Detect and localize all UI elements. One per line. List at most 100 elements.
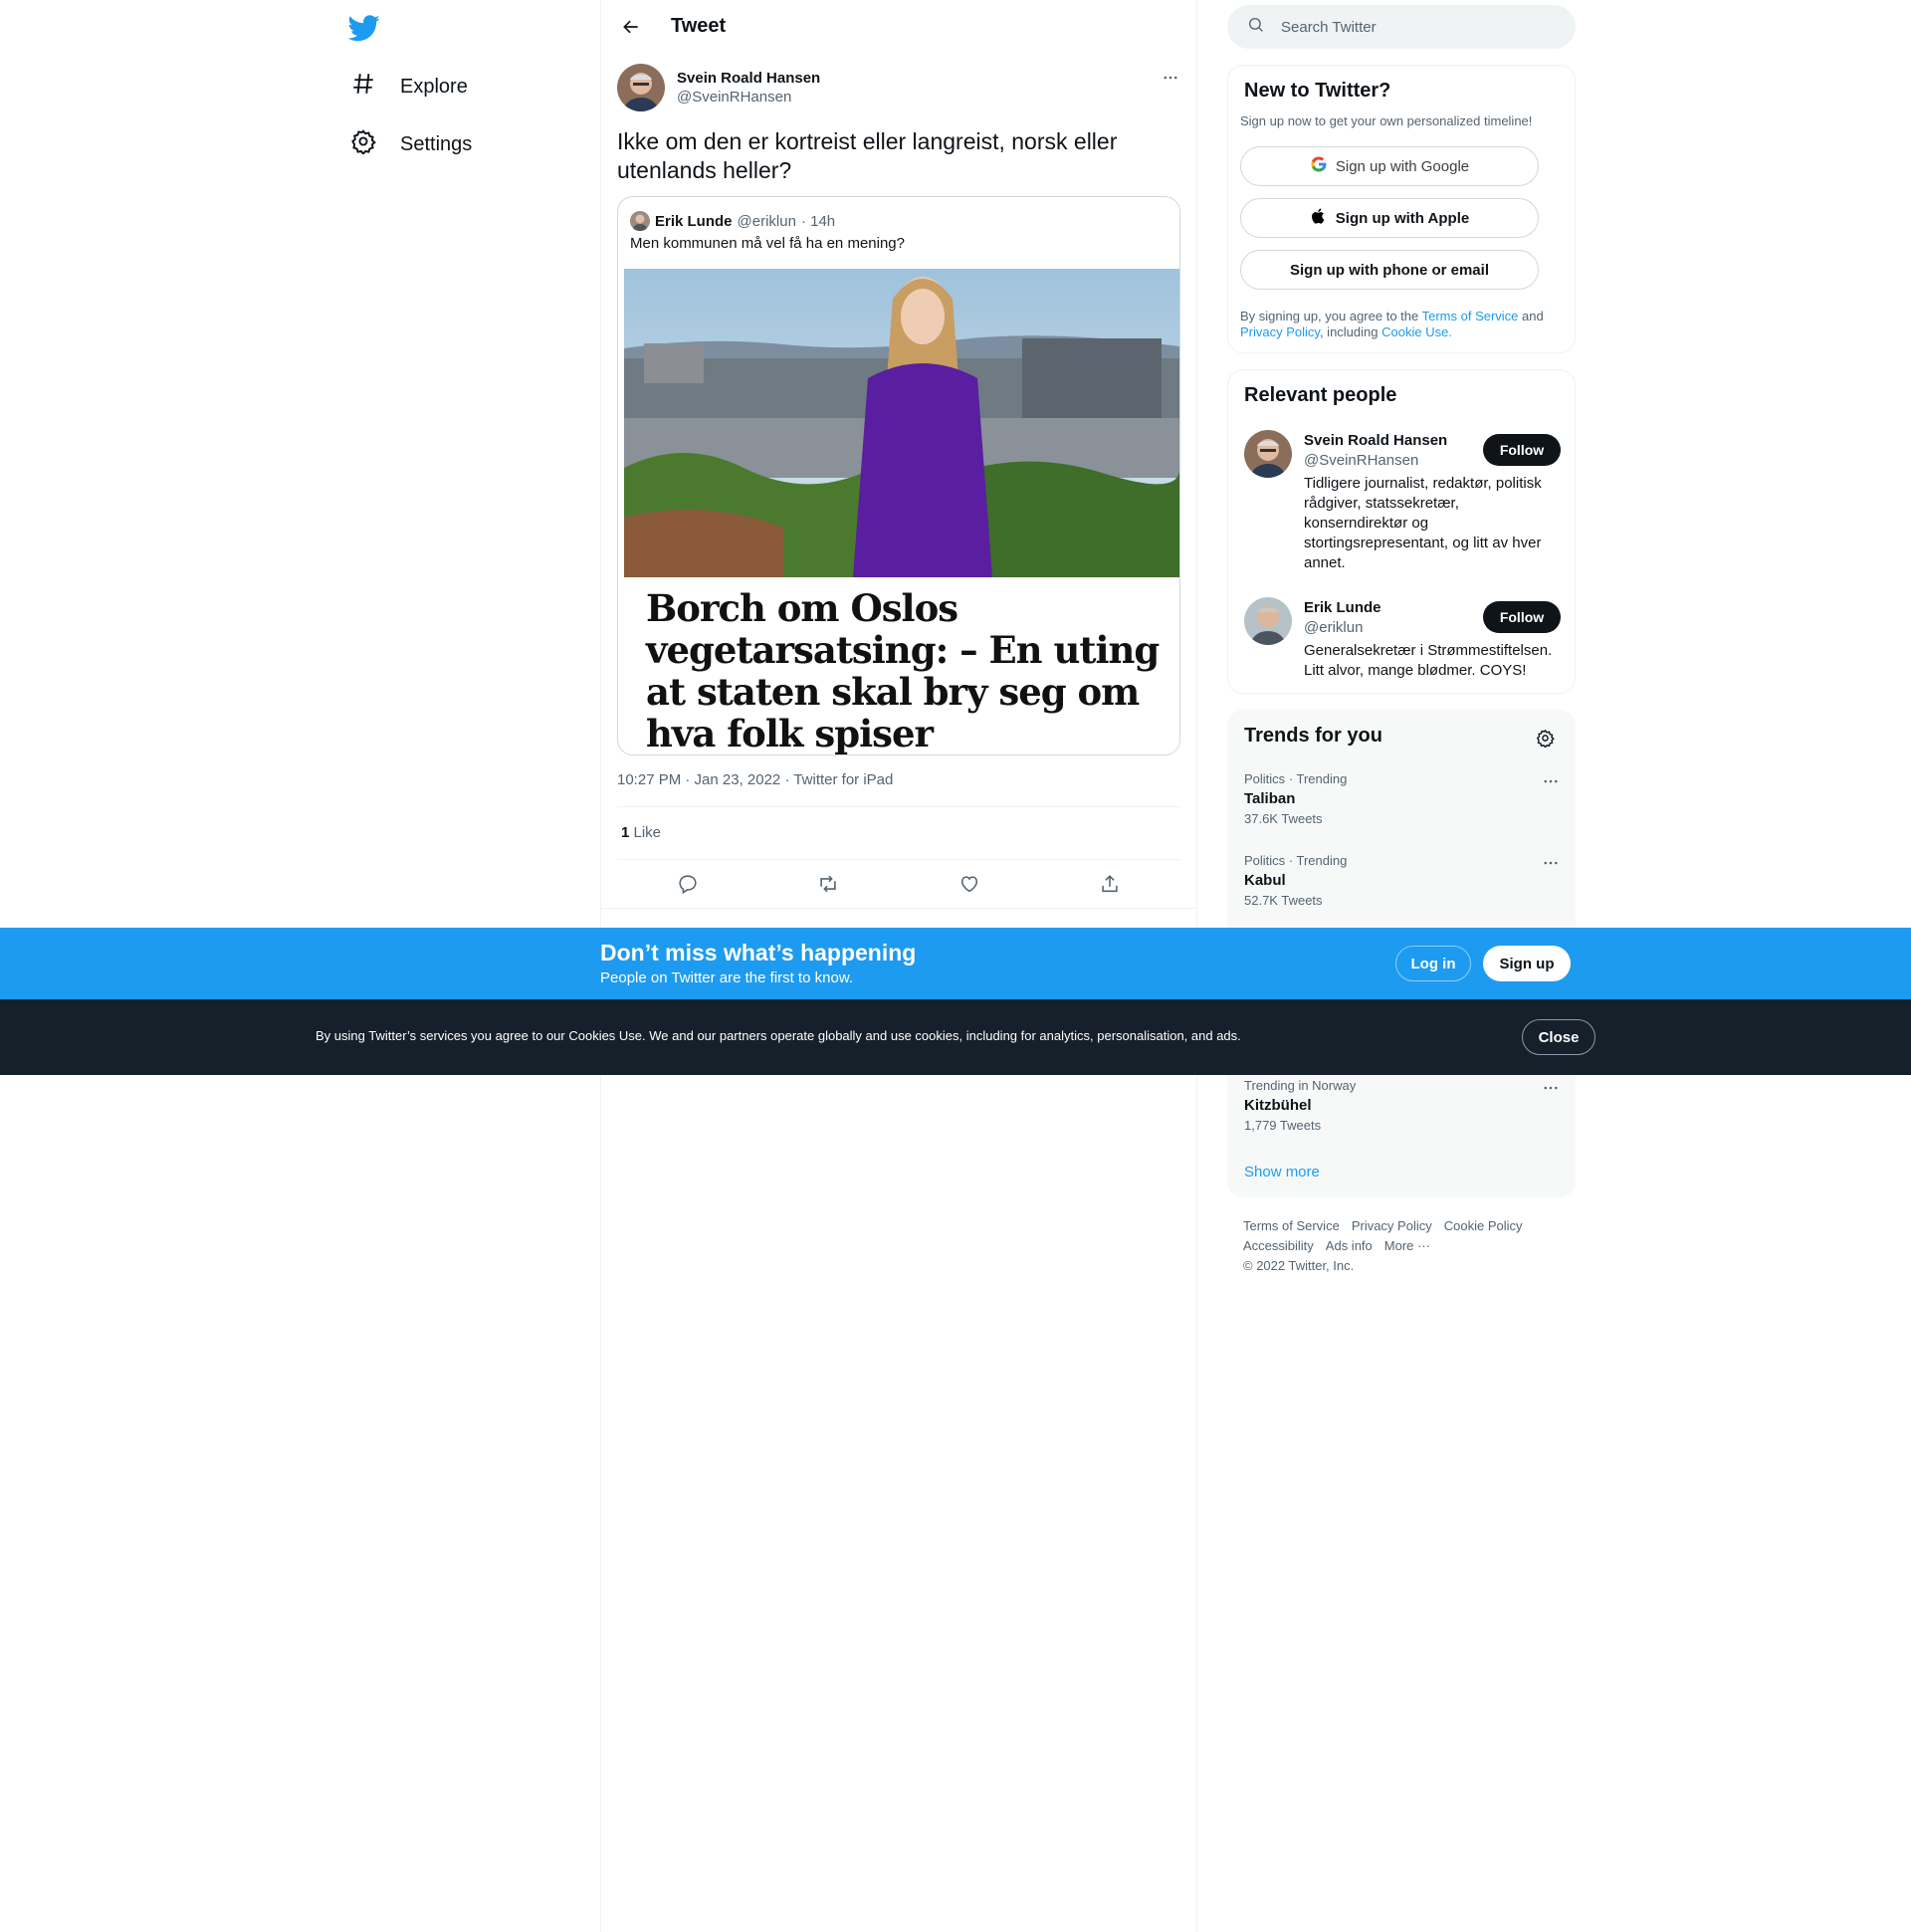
retweet-icon[interactable] bbox=[811, 867, 845, 901]
person-name[interactable]: Erik Lunde bbox=[1304, 599, 1381, 616]
search-bar[interactable] bbox=[1227, 5, 1576, 49]
more-options-icon[interactable] bbox=[1541, 1078, 1561, 1098]
share-icon[interactable] bbox=[1093, 867, 1127, 901]
nav-item-label: Explore bbox=[400, 75, 468, 98]
author-name[interactable]: Svein Roald Hansen bbox=[677, 70, 820, 87]
trends-title: Trends for you bbox=[1244, 725, 1382, 747]
back-arrow-icon[interactable] bbox=[613, 9, 649, 45]
close-button[interactable]: Close bbox=[1522, 1019, 1595, 1055]
follow-button[interactable]: Follow bbox=[1483, 434, 1561, 466]
banner-title: Don’t miss what’s happening bbox=[600, 940, 917, 966]
trend-item[interactable]: Trending in Norway Kitzbühel 1,779 Tweet… bbox=[1244, 1078, 1561, 1133]
tweet-timestamp[interactable]: 10:27 PM · Jan 23, 2022 · Twitter for iP… bbox=[617, 771, 893, 788]
signup-phone-email-button[interactable]: Sign up with phone or email bbox=[1240, 250, 1539, 290]
person-bio: Tidligere journalist, redaktør, politisk… bbox=[1304, 475, 1542, 571]
divider bbox=[601, 908, 1196, 909]
footer-link[interactable]: More ··· bbox=[1384, 1238, 1430, 1253]
trend-category: Politics · Trending bbox=[1244, 853, 1348, 868]
trend-item[interactable]: Politics · Trending Taliban 37.6K Tweets bbox=[1244, 771, 1561, 826]
copyright: © 2022 Twitter, Inc. bbox=[1243, 1258, 1355, 1273]
tweet-author[interactable]: Svein Roald Hansen @SveinRHansen bbox=[617, 64, 820, 111]
relevant-people-title: Relevant people bbox=[1244, 384, 1397, 406]
avatar[interactable] bbox=[617, 64, 665, 111]
legal-including: , including bbox=[1319, 324, 1382, 339]
trend-name: Kitzbühel bbox=[1244, 1097, 1312, 1114]
footer-link[interactable]: Ads info bbox=[1326, 1238, 1373, 1253]
signup-google-button[interactable]: Sign up with Google bbox=[1240, 146, 1539, 186]
person-handle[interactable]: @eriklun bbox=[1304, 619, 1363, 636]
trend-name: Taliban bbox=[1244, 790, 1296, 807]
nav-item-label: Settings bbox=[400, 132, 473, 155]
cookie-text: By using Twitter’s services you agree to… bbox=[316, 1028, 1241, 1043]
signup-card-title: New to Twitter? bbox=[1244, 80, 1391, 102]
signup-apple-label: Sign up with Apple bbox=[1335, 209, 1470, 227]
tweet-actions bbox=[617, 868, 1180, 900]
cookie-bar: By using Twitter’s services you agree to… bbox=[0, 999, 1911, 1075]
avatar[interactable] bbox=[1244, 430, 1292, 478]
search-icon bbox=[1227, 16, 1265, 39]
hashtag-icon bbox=[350, 71, 376, 103]
trend-category: Politics · Trending bbox=[1244, 771, 1348, 786]
page-title: Tweet bbox=[671, 15, 727, 37]
trend-category: Trending in Norway bbox=[1244, 1078, 1357, 1093]
footer-link[interactable]: Accessibility bbox=[1243, 1238, 1314, 1253]
more-options-icon[interactable] bbox=[1541, 771, 1561, 791]
trend-count: 37.6K Tweets bbox=[1244, 811, 1323, 826]
author-handle[interactable]: @SveinRHansen bbox=[677, 89, 820, 106]
quote-author-name: Erik Lunde bbox=[655, 212, 733, 230]
person-item[interactable]: Erik Lunde @eriklun Follow Generalsekret… bbox=[1244, 597, 1563, 687]
person-handle[interactable]: @SveinRHansen bbox=[1304, 452, 1418, 469]
page-header: Tweet bbox=[601, 0, 1196, 53]
footer-links: Terms of Service Privacy Policy Cookie Pol… bbox=[1243, 1216, 1562, 1276]
login-banner: Don’t miss what’s happening People on Tw… bbox=[0, 928, 1911, 999]
nav-item-explore[interactable]: Explore bbox=[350, 67, 468, 107]
show-more-link[interactable]: Show more bbox=[1244, 1164, 1320, 1181]
like-count[interactable]: 1 Like bbox=[621, 824, 661, 841]
banner-subtitle: People on Twitter are the first to know. bbox=[600, 969, 854, 986]
apple-icon bbox=[1310, 207, 1328, 229]
footer-link[interactable]: Terms of Service bbox=[1243, 1218, 1340, 1233]
footer-link[interactable]: Cookie Policy bbox=[1444, 1218, 1523, 1233]
gear-icon[interactable] bbox=[1532, 725, 1558, 751]
follow-button[interactable]: Follow bbox=[1483, 601, 1561, 633]
trend-count: 52.7K Tweets bbox=[1244, 893, 1323, 908]
person-item[interactable]: Svein Roald Hansen @SveinRHansen Follow … bbox=[1244, 430, 1563, 579]
reply-icon[interactable] bbox=[671, 867, 705, 901]
login-button[interactable]: Log in bbox=[1395, 946, 1471, 981]
signup-google-label: Sign up with Google bbox=[1335, 157, 1470, 175]
twitter-logo-icon[interactable] bbox=[347, 12, 388, 44]
search-input[interactable] bbox=[1281, 18, 1540, 36]
divider bbox=[617, 806, 1180, 807]
relevant-people-card: Relevant people Svein Roald Hansen @Svei… bbox=[1227, 369, 1576, 694]
person-name[interactable]: Svein Roald Hansen bbox=[1304, 432, 1447, 449]
signup-legal-text: By signing up, you agree to the Terms of… bbox=[1240, 309, 1549, 340]
avatar[interactable] bbox=[630, 211, 650, 231]
tweet-text: Ikke om den er kortreist eller langreist… bbox=[617, 128, 1118, 183]
signup-button[interactable]: Sign up bbox=[1483, 946, 1571, 981]
cookie-use-link[interactable]: Cookie Use. bbox=[1381, 324, 1452, 339]
quoted-tweet[interactable]: Erik Lunde @eriklun · 14h Men kommunen m… bbox=[617, 196, 1180, 755]
nav-item-settings[interactable]: Settings bbox=[350, 124, 472, 164]
more-options-icon[interactable] bbox=[1541, 853, 1561, 873]
google-icon bbox=[1310, 155, 1328, 177]
quote-time: · 14h bbox=[800, 212, 836, 230]
quote-image-headline: Borch om Oslos vegetarsatsing: – En utin… bbox=[646, 586, 1160, 755]
quote-text: Men kommunen må vel få ha en mening? bbox=[630, 235, 905, 252]
person-bio: Generalsekretær i Strømmestiftelsen. Lit… bbox=[1304, 642, 1553, 679]
trend-count: 1,779 Tweets bbox=[1244, 1118, 1322, 1133]
terms-of-service-link[interactable]: Terms of Service bbox=[1422, 309, 1519, 323]
signup-apple-button[interactable]: Sign up with Apple bbox=[1240, 198, 1539, 238]
like-icon[interactable] bbox=[953, 867, 986, 901]
like-count-label: Like bbox=[629, 824, 662, 841]
avatar[interactable] bbox=[1244, 597, 1292, 645]
legal-and: and bbox=[1518, 309, 1544, 323]
footer-link[interactable]: Privacy Policy bbox=[1352, 1218, 1432, 1233]
trend-item[interactable]: Politics · Trending Kabul 52.7K Tweets bbox=[1244, 853, 1561, 908]
more-options-icon[interactable] bbox=[1159, 66, 1182, 90]
signup-card-subtitle: Sign up now to get your own personalized… bbox=[1240, 113, 1533, 128]
quote-image[interactable]: Borch om Oslos vegetarsatsing: – En utin… bbox=[624, 269, 1179, 755]
trend-name: Kabul bbox=[1244, 872, 1286, 889]
signup-phone-label: Sign up with phone or email bbox=[1289, 261, 1489, 279]
privacy-policy-link[interactable]: Privacy Policy bbox=[1240, 324, 1320, 339]
quote-author-handle: @eriklun bbox=[737, 212, 796, 230]
